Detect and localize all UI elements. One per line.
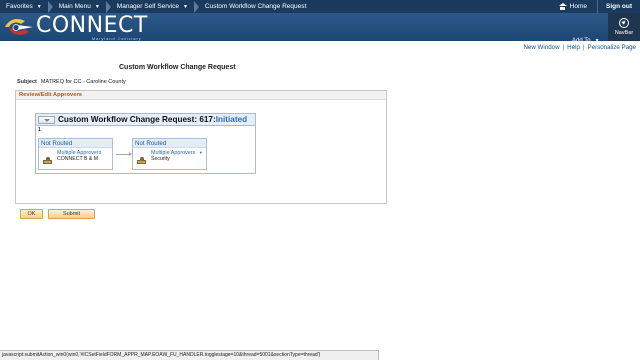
approver-name: CONNECT B & M xyxy=(57,156,99,162)
home-label: Home xyxy=(569,3,587,10)
submit-button[interactable]: Submit xyxy=(48,209,95,219)
workflow-status: Initiated xyxy=(215,115,248,124)
subject-value: MATREQ for CC - Caroline County xyxy=(40,79,126,85)
stage-body: Multiple Approvers CONNECT B & M xyxy=(39,148,112,170)
collapse-toggle-button[interactable] xyxy=(38,115,55,124)
stage-status: Not Routed xyxy=(133,139,206,148)
breadcrumb-current: Custom Workflow Change Request xyxy=(199,0,312,13)
stage-body: Multiple Approvers ▼ Security xyxy=(133,148,206,170)
navbar-button[interactable]: NavBar xyxy=(608,13,640,41)
panel-header: Review/Edit Approvers xyxy=(16,91,386,100)
link-separator: | xyxy=(562,44,565,51)
chevron-down-icon: ▼ xyxy=(198,150,203,155)
workflow-title: Custom Workflow Change Request: 617:Init… xyxy=(58,115,247,124)
brand-bar: CONNECT Maryland Judiciary Add To ▼ xyxy=(0,13,640,44)
workflow-header: Custom Workflow Change Request: 617:Init… xyxy=(36,114,255,126)
breadcrumb-current-label: Custom Workflow Change Request xyxy=(204,3,307,10)
chevron-down-icon: ▼ xyxy=(94,3,100,10)
workflow-box: Custom Workflow Change Request: 617:Init… xyxy=(35,113,256,174)
new-window-link[interactable]: New Window xyxy=(523,44,559,51)
arrow-right-icon xyxy=(116,152,132,156)
home-link[interactable]: Home xyxy=(549,3,597,10)
utility-links: New Window | Help | Personalize Page xyxy=(523,44,636,51)
browser-status-bar: javascript:submitAction_win0(win0,'#ICSe… xyxy=(0,350,379,360)
header-actions: Home Sign out xyxy=(549,0,640,13)
navbar-label: NavBar xyxy=(614,30,634,36)
stage-status: Not Routed xyxy=(39,139,112,148)
ok-button[interactable]: OK xyxy=(20,209,43,219)
page-title: Custom Workflow Change Request xyxy=(119,64,236,71)
favorites-menu[interactable]: Favorites ▼ xyxy=(0,0,48,13)
approver-icon xyxy=(43,157,52,164)
sign-out-link[interactable]: Sign out xyxy=(597,0,640,13)
chevron-down-icon: ▼ xyxy=(182,3,188,10)
manager-self-service-label: Manager Self Service xyxy=(116,3,179,10)
approver-icon xyxy=(137,157,146,164)
main-menu[interactable]: Main Menu ▼ xyxy=(53,0,106,13)
manager-self-service-menu[interactable]: Manager Self Service ▼ xyxy=(111,0,194,13)
stage-number: 1 xyxy=(38,127,41,133)
favorites-label: Favorites xyxy=(6,3,33,10)
top-navigation-bar: Favorites ▼ Main Menu ▼ Manager Self Ser… xyxy=(0,0,640,13)
chevron-down-icon: ▼ xyxy=(36,3,42,10)
logo-subtitle: Maryland Judiciary xyxy=(92,37,142,41)
compass-icon xyxy=(619,18,629,28)
link-separator: | xyxy=(582,44,585,51)
personalize-page-link[interactable]: Personalize Page xyxy=(588,44,637,51)
approver-name: Security xyxy=(151,156,170,162)
review-edit-approvers-panel: Review/Edit Approvers Custom Workflow Ch… xyxy=(15,90,387,204)
subject-label: Subject xyxy=(17,79,37,85)
approval-stage-1: Not Routed Multiple Approvers CONNECT B … xyxy=(38,138,113,170)
approval-stage-2: Not Routed Multiple Approvers ▼ Security xyxy=(132,138,207,170)
main-menu-label: Main Menu xyxy=(58,3,91,10)
logo-text: CONNECT xyxy=(36,13,148,38)
home-icon xyxy=(558,3,567,10)
subject-row: Subject MATREQ for CC - Caroline County xyxy=(17,79,126,85)
help-link[interactable]: Help xyxy=(567,44,580,51)
workflow-title-text: Custom Workflow Change Request: 617: xyxy=(58,115,216,124)
maryland-judiciary-logo-icon xyxy=(5,19,33,35)
